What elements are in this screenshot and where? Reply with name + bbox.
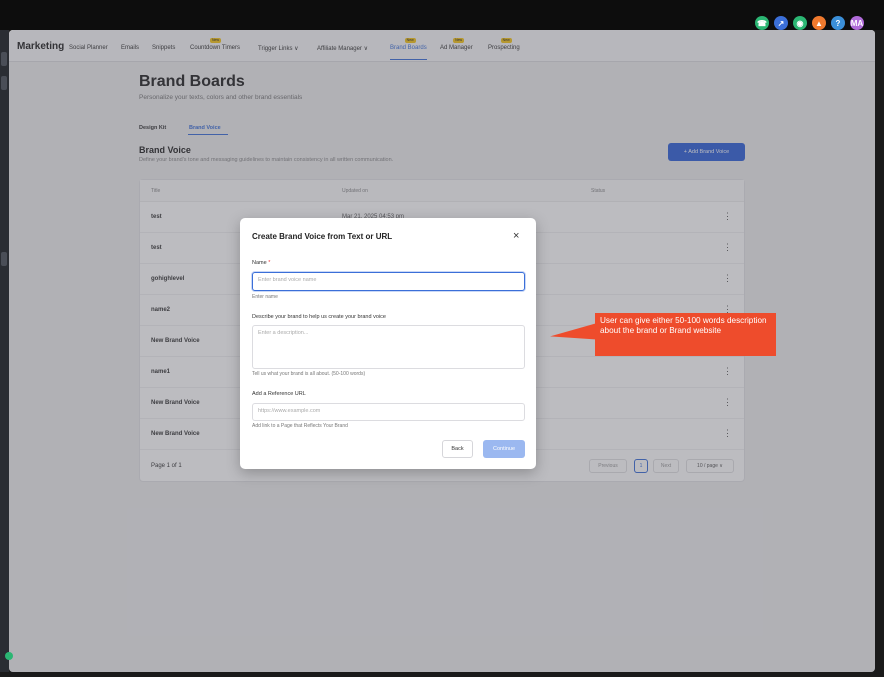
modal-title: Create Brand Voice from Text or URL: [252, 232, 393, 241]
screen: Marketing Social Planner Emails Snippets Co…: [0, 0, 884, 677]
sidebar-handle[interactable]: [1, 52, 7, 66]
reference-url-placeholder: https://www.example.com: [258, 408, 321, 414]
reference-url-label: Add a Reference URL: [252, 391, 306, 397]
app-window: Marketing Social Planner Emails Snippets Co…: [9, 30, 875, 672]
name-label: Name *: [252, 260, 271, 266]
reference-url-help: Add link to a Page that Reflects Your Br…: [252, 423, 348, 429]
create-brand-voice-modal: Create Brand Voice from Text or URL × Na…: [240, 218, 536, 469]
megaphone-icon[interactable]: ◉: [793, 16, 807, 30]
top-bar: [0, 0, 884, 30]
sidebar-handle[interactable]: [1, 252, 7, 266]
name-input[interactable]: Enter brand voice name: [252, 272, 525, 291]
name-input-placeholder: Enter brand voice name: [258, 277, 317, 283]
bell-icon[interactable]: ▲: [812, 16, 826, 30]
left-sidebar: [0, 30, 9, 672]
required-asterisk: *: [268, 260, 271, 266]
continue-button[interactable]: Continue: [483, 440, 525, 458]
close-icon[interactable]: ×: [513, 230, 519, 242]
back-button[interactable]: Back: [442, 440, 473, 458]
help-icon[interactable]: ?: [831, 16, 845, 30]
phone-icon[interactable]: ☎: [755, 16, 769, 30]
description-textarea[interactable]: Enter a description...: [252, 325, 525, 369]
annotation-callout: User can give either 50-100 words descri…: [595, 313, 776, 356]
avatar[interactable]: MA: [850, 16, 864, 30]
description-help: Tell us what your brand is all about. (5…: [252, 371, 366, 377]
description-label: Describe your brand to help us create yo…: [252, 314, 386, 320]
description-placeholder: Enter a description...: [258, 330, 309, 336]
reference-url-input[interactable]: https://www.example.com: [252, 403, 525, 421]
status-dot: [5, 652, 13, 660]
sidebar-handle[interactable]: [1, 76, 7, 90]
link-icon[interactable]: ↗: [774, 16, 788, 30]
name-help: Enter name: [252, 294, 278, 300]
